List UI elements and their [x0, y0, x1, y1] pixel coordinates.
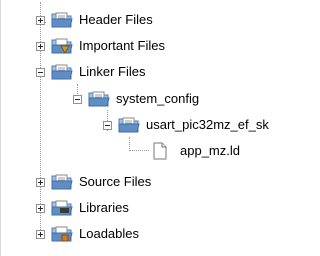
tree-connector-line: [129, 150, 149, 151]
tree-node-label: Header Files: [79, 12, 153, 27]
expand-toggle-icon[interactable]: [36, 177, 45, 187]
tree-node-label: usart_pic32mz_ef_sk: [146, 117, 269, 132]
folder-important-icon: [51, 37, 73, 55]
folder-icon: [51, 63, 73, 81]
tree-node-libraries[interactable]: Libraries: [36, 197, 129, 219]
folder-libraries-icon: [51, 199, 73, 217]
expand-toggle-icon[interactable]: [36, 203, 45, 213]
tree-node-source-files[interactable]: Source Files: [36, 171, 151, 193]
collapse-toggle-icon[interactable]: [36, 67, 45, 77]
tree-node-app-mz-ld[interactable]: app_mz.ld: [152, 140, 240, 162]
file-icon: [152, 142, 168, 160]
folder-icon: [51, 173, 73, 191]
folder-loadables-icon: [51, 225, 73, 243]
tree-node-label: Source Files: [79, 174, 152, 189]
tree-node-label: app_mz.ld: [180, 143, 240, 158]
tree-node-header-files[interactable]: Header Files: [36, 9, 153, 31]
tree-node-label: system_config: [116, 91, 200, 106]
tree-node-usart-pic32mz-ef-sk[interactable]: usart_pic32mz_ef_sk: [103, 114, 269, 136]
expand-toggle-icon[interactable]: [36, 229, 45, 239]
folder-icon: [88, 90, 110, 108]
folder-icon: [118, 116, 140, 134]
tree-node-label: Libraries: [79, 200, 129, 215]
tree-node-label: Linker Files: [79, 64, 146, 79]
tree-node-label: Loadables: [79, 226, 139, 241]
collapse-toggle-icon[interactable]: [73, 94, 82, 104]
tree-connector-line: [129, 137, 130, 151]
tree-node-system-config[interactable]: system_config: [73, 88, 199, 110]
project-tree: Header Files Important Files Linker File…: [0, 0, 309, 256]
tree-node-loadables[interactable]: Loadables: [36, 223, 139, 245]
expand-toggle-icon[interactable]: [36, 15, 45, 25]
expand-toggle-icon[interactable]: [36, 41, 45, 51]
tree-node-important-files[interactable]: Important Files: [36, 35, 165, 57]
collapse-toggle-icon[interactable]: [103, 120, 112, 130]
folder-header-icon: [51, 11, 73, 29]
tree-node-label: Important Files: [79, 38, 165, 53]
tree-node-linker-files[interactable]: Linker Files: [36, 61, 145, 83]
